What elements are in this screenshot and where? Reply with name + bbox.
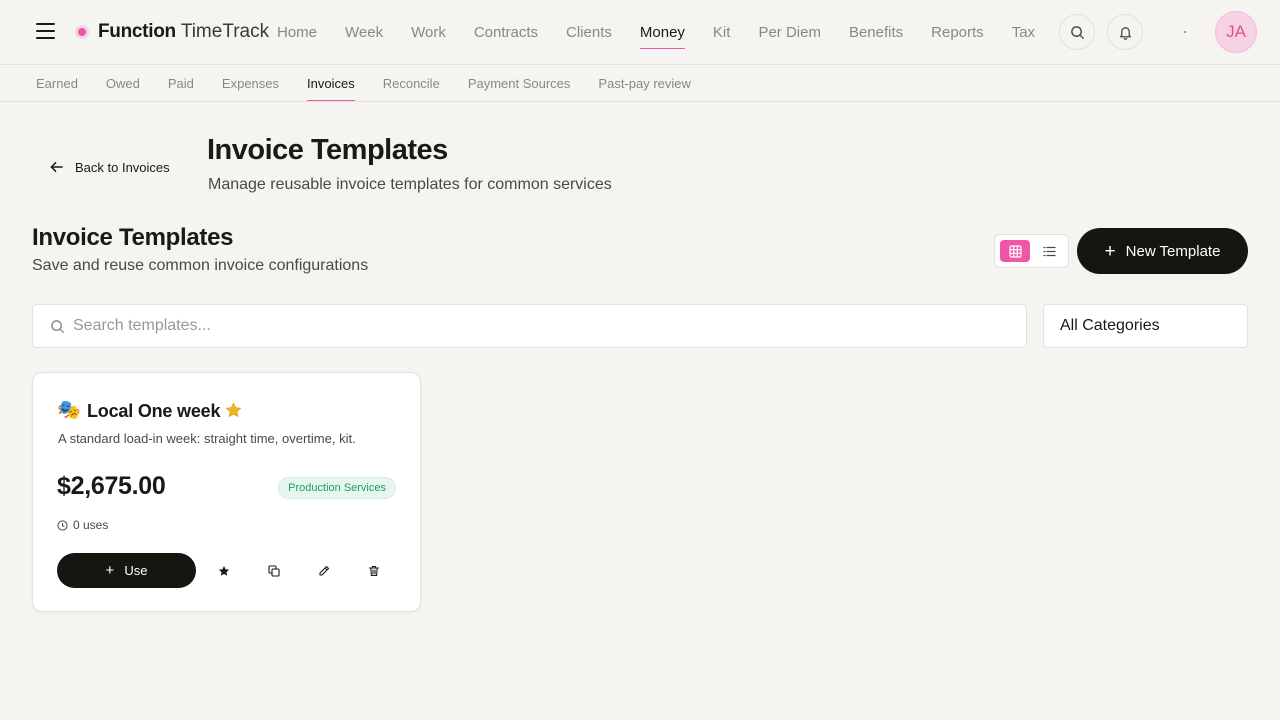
nav-item-work[interactable]: Work [397,0,460,64]
nav-item-home[interactable]: Home [263,0,331,64]
new-template-button[interactable]: + New Template [1077,228,1248,274]
template-card: 🎭 Local One week A standard load-in week… [32,372,421,612]
favorite-star-icon[interactable] [225,402,242,418]
brand-name-bold: Function [98,21,176,42]
usage-count: 0 uses [73,518,109,532]
template-description: A standard load-in week: straight time, … [58,431,356,446]
search-button[interactable] [1059,14,1095,50]
delete-button[interactable] [363,560,385,582]
plus-icon: + [1104,240,1116,262]
grid-icon [1008,244,1022,258]
copy-icon [268,565,280,577]
search-icon [51,320,65,334]
tab-payment-sources[interactable]: Payment Sources [454,65,585,101]
tab-past-pay-review[interactable]: Past-pay review [584,65,704,101]
nav-item-week[interactable]: Week [331,0,397,64]
section-subtitle: Save and reuse common invoice configurat… [32,257,369,274]
nav-item-tax[interactable]: Tax [998,0,1049,64]
brand-logo[interactable]: Function TimeTrack [78,20,269,44]
search-box [32,304,1027,348]
menu-icon[interactable] [36,23,55,41]
page-subtitle: Manage reusable invoice templates for co… [208,176,612,193]
brand-dot-icon [78,28,86,36]
star-icon [218,566,230,576]
back-link-label: Back to Invoices [75,159,170,175]
nav-item-clients[interactable]: Clients [552,0,626,64]
edit-button[interactable] [313,560,335,582]
category-filter-select[interactable]: All Categories [1043,304,1248,348]
template-usage: 0 uses [57,518,108,532]
tab-owed[interactable]: Owed [92,65,154,101]
category-badge: Production Services [278,477,396,499]
arrow-left-icon [50,162,63,172]
use-template-button[interactable]: + Use [57,553,196,588]
back-to-invoices-link[interactable]: Back to Invoices [50,157,170,177]
pencil-icon [319,565,330,576]
plus-icon: + [105,562,115,579]
list-view-button[interactable] [1034,240,1064,262]
brand-name-light: TimeTrack [180,21,270,42]
category-filter-value: All Categories [1060,317,1160,334]
nav-item-money[interactable]: Money [626,0,699,64]
template-name: Local One week [87,401,221,421]
nav-item-contracts[interactable]: Contracts [460,0,552,64]
use-label: Use [124,563,148,578]
nav-item-benefits[interactable]: Benefits [835,0,917,64]
user-avatar[interactable]: JA [1215,11,1257,53]
main-nav: Home Week Work Contracts Clients Money K… [263,0,1049,64]
template-amount: $2,675.00 [57,472,166,500]
section-title: Invoice Templates [32,224,234,251]
view-mode-toggle [994,234,1069,268]
search-icon [1070,25,1084,39]
new-template-label: New Template [1125,242,1221,260]
top-navigation-bar: Function TimeTrack Home Week Work Contra… [0,0,1280,65]
nav-item-reports[interactable]: Reports [917,0,998,64]
search-input[interactable] [73,305,1013,347]
list-icon [1042,246,1056,256]
tab-expenses[interactable]: Expenses [208,65,293,101]
tab-paid[interactable]: Paid [154,65,208,101]
notifications-button[interactable] [1107,14,1143,50]
status-dot [1184,31,1186,33]
favorite-button[interactable] [213,560,235,582]
clock-icon [57,519,68,531]
nav-item-kit[interactable]: Kit [699,0,745,64]
duplicate-button[interactable] [263,560,285,582]
grid-view-button[interactable] [1000,240,1030,262]
template-emoji: 🎭 [57,400,81,421]
nav-item-per-diem[interactable]: Per Diem [744,0,835,64]
bell-icon [1119,26,1131,40]
trash-icon [368,565,380,577]
tab-earned[interactable]: Earned [22,65,92,101]
tab-reconcile[interactable]: Reconcile [369,65,454,101]
money-sub-nav: Earned Owed Paid Expenses Invoices Recon… [0,65,1280,102]
page-title: Invoice Templates [207,134,448,166]
tab-invoices[interactable]: Invoices [293,65,369,101]
